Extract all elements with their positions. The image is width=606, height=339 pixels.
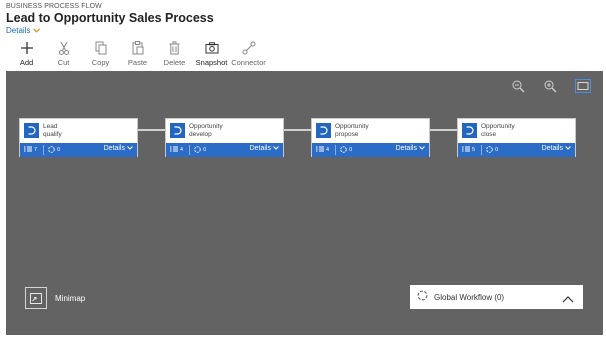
chevron-down-icon bbox=[565, 145, 571, 152]
stage-icon bbox=[316, 123, 331, 138]
stage-entity: Opportunity bbox=[189, 123, 223, 130]
stage-details-label: Details bbox=[541, 145, 563, 152]
stage-entity: Opportunity bbox=[335, 123, 369, 130]
stage-details-label: Details bbox=[103, 145, 125, 152]
stage-name: develop bbox=[189, 130, 212, 138]
paste-button[interactable]: Paste bbox=[119, 40, 156, 67]
copy-label: Copy bbox=[91, 58, 110, 67]
chevron-down-icon bbox=[127, 145, 133, 152]
stage-footer: 4 0 Details bbox=[166, 143, 283, 157]
copy-icon bbox=[95, 40, 107, 55]
stage-details-button[interactable]: Details bbox=[104, 145, 133, 152]
paste-label: Paste bbox=[127, 58, 148, 67]
copy-button[interactable]: Copy bbox=[82, 40, 119, 67]
connector-button[interactable]: Connector bbox=[230, 40, 267, 67]
stage-connector bbox=[430, 129, 458, 131]
stage-name: propose bbox=[335, 130, 359, 138]
page-kicker: BUSINESS PROCESS FLOW bbox=[6, 3, 102, 10]
add-button[interactable]: Add bbox=[8, 40, 45, 67]
stage-icon bbox=[24, 123, 39, 138]
steps-count: 5 bbox=[472, 147, 476, 153]
workflow-count: 0 bbox=[495, 147, 499, 153]
snapshot-label: Snapshot bbox=[195, 58, 228, 67]
stage-footer: 7 0 Details bbox=[20, 143, 137, 157]
steps-icon bbox=[316, 146, 324, 154]
workflow-icon bbox=[194, 145, 201, 155]
stage-entity: Lead bbox=[43, 123, 58, 130]
steps-icon bbox=[24, 146, 32, 154]
zoom-out-icon[interactable] bbox=[510, 78, 526, 94]
stage-connector bbox=[284, 129, 312, 131]
chevron-down-icon bbox=[419, 145, 425, 152]
zoom-in-icon[interactable] bbox=[542, 78, 558, 94]
toolbar: Add Cut Copy Paste Delete Snapshot Conne… bbox=[8, 40, 267, 67]
stage-details-button[interactable]: Details bbox=[250, 145, 279, 152]
stage-details-label: Details bbox=[395, 145, 417, 152]
delete-label: Delete bbox=[163, 58, 186, 67]
workflow-icon bbox=[48, 145, 55, 155]
stage-icon bbox=[170, 123, 185, 138]
connector-label: Connector bbox=[231, 58, 266, 67]
plus-icon bbox=[20, 40, 34, 55]
stage-details-button[interactable]: Details bbox=[396, 145, 425, 152]
workflow-icon bbox=[340, 145, 347, 155]
steps-count: 7 bbox=[34, 147, 38, 153]
minimap-icon bbox=[25, 287, 47, 309]
details-toggle[interactable]: Details bbox=[6, 26, 214, 35]
stage-opportunity-propose[interactable]: Opportunity propose 4 0 Details bbox=[311, 118, 430, 157]
stage-details-label: Details bbox=[249, 145, 271, 152]
delete-button[interactable]: Delete bbox=[156, 40, 193, 67]
stage-opportunity-develop[interactable]: Opportunity develop 4 0 Details bbox=[165, 118, 284, 157]
page-header: BUSINESS PROCESS FLOW Lead to Opportunit… bbox=[6, 3, 214, 35]
cut-button[interactable]: Cut bbox=[45, 40, 82, 67]
stage-opportunity-close[interactable]: Opportunity close 5 0 Details bbox=[457, 118, 576, 157]
minimap-toggle[interactable]: Minimap bbox=[25, 287, 85, 309]
stage-entity: Opportunity bbox=[481, 123, 515, 130]
workflow-count: 0 bbox=[57, 147, 61, 153]
steps-count: 4 bbox=[180, 147, 184, 153]
camera-icon bbox=[205, 40, 219, 55]
page-title: Lead to Opportunity Sales Process bbox=[6, 11, 214, 25]
cut-label: Cut bbox=[57, 58, 70, 67]
workflow-count: 0 bbox=[203, 147, 207, 153]
process-canvas[interactable]: Lead qualify 7 0 Details Opportunity dev… bbox=[6, 71, 603, 335]
snapshot-button[interactable]: Snapshot bbox=[193, 40, 230, 67]
stage-lead-qualify[interactable]: Lead qualify 7 0 Details bbox=[19, 118, 138, 157]
add-label: Add bbox=[19, 58, 34, 67]
workflow-icon bbox=[417, 288, 428, 306]
stage-name: close bbox=[481, 130, 497, 138]
chevron-down-icon bbox=[273, 145, 279, 152]
global-workflow-label: Global Workflow (0) bbox=[434, 292, 505, 302]
chevron-up-icon[interactable] bbox=[562, 290, 574, 308]
stage-connector bbox=[138, 129, 166, 131]
stage-details-button[interactable]: Details bbox=[542, 145, 571, 152]
trash-icon bbox=[169, 40, 180, 55]
scissors-icon bbox=[58, 40, 70, 55]
minimap-label: Minimap bbox=[55, 293, 86, 303]
fit-to-screen-icon[interactable] bbox=[575, 78, 591, 94]
steps-count: 4 bbox=[326, 147, 330, 153]
steps-icon bbox=[170, 146, 178, 154]
steps-icon bbox=[462, 146, 470, 154]
paste-icon bbox=[132, 40, 144, 55]
connector-icon bbox=[242, 40, 256, 55]
details-label: Details bbox=[6, 26, 31, 35]
stage-name: qualify bbox=[43, 130, 62, 138]
stage-footer: 5 0 Details bbox=[458, 143, 575, 157]
stage-footer: 4 0 Details bbox=[312, 143, 429, 157]
global-workflow-panel[interactable]: Global Workflow (0) bbox=[410, 285, 583, 309]
workflow-count: 0 bbox=[349, 147, 353, 153]
chevron-down-icon bbox=[33, 26, 41, 35]
workflow-icon bbox=[486, 145, 493, 155]
stage-icon bbox=[462, 123, 477, 138]
